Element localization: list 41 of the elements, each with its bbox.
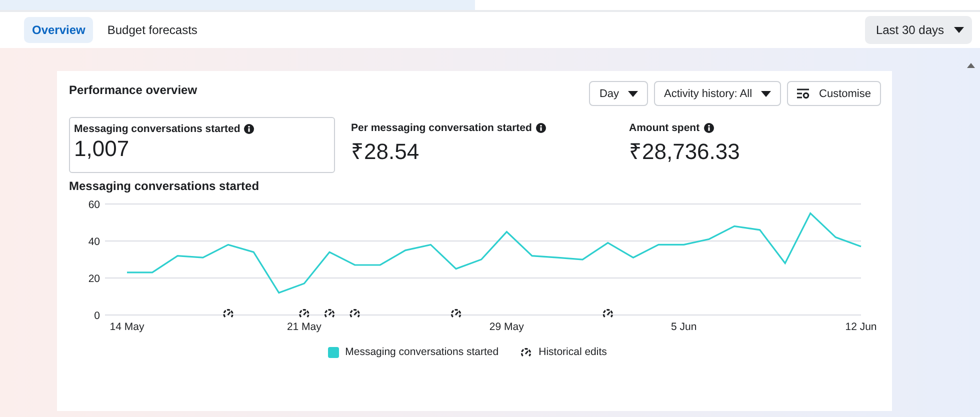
metric-value: ₹28.54: [351, 138, 420, 165]
x-axis-label: 21 May: [286, 321, 322, 333]
settings-icon: [797, 88, 810, 99]
tab[interactable]: Budget forecasts: [99, 17, 206, 43]
y-axis-label: 60: [88, 199, 100, 211]
edit-marker-icon: [299, 309, 310, 318]
metric-label: Messaging conversations started: [74, 123, 240, 135]
caret-icon: [628, 90, 638, 96]
scroll-up-icon[interactable]: [966, 61, 976, 69]
info-icon[interactable]: [704, 123, 714, 133]
caret-icon: [761, 90, 772, 96]
x-axis-label: 14 May: [110, 321, 144, 333]
card-title: Performance overview: [69, 83, 198, 97]
caret-icon: [954, 27, 964, 33]
edit-icon: [520, 348, 531, 356]
date-range-dropdown[interactable]: Last 30 days: [864, 16, 972, 44]
chart-title: Messaging conversations started: [69, 179, 260, 193]
dropdown[interactable]: Day: [589, 81, 648, 106]
metric-label: Amount spent: [629, 122, 700, 134]
dropdown[interactable]: Activity history: All: [654, 81, 782, 106]
edit-marker-icon: [324, 309, 335, 318]
y-axis-label: 40: [88, 236, 100, 248]
info-icon[interactable]: [536, 123, 546, 133]
metric-value: 1,007: [74, 136, 130, 162]
legend-label: Historical edits: [538, 346, 607, 358]
x-axis-label: 29 May: [489, 321, 524, 333]
metric-label: Per messaging conversation started: [351, 122, 532, 134]
y-axis-label: 20: [88, 273, 100, 285]
x-axis-label: 12 Jun: [845, 321, 877, 333]
edit-marker-icon: [450, 309, 462, 318]
info-icon[interactable]: [244, 124, 254, 134]
tab[interactable]: Overview: [24, 17, 94, 43]
edit-marker-icon: [602, 309, 613, 318]
edit-marker-icon: [223, 309, 234, 318]
metric-value: ₹28,736.33: [629, 138, 741, 165]
x-axis-label: 5 Jun: [670, 321, 697, 333]
legend-label: Messaging conversations started: [345, 346, 499, 358]
edit-marker-icon: [350, 309, 360, 318]
y-axis-label: 0: [94, 310, 100, 322]
customise-button[interactable]: Customise: [787, 81, 881, 106]
metric-card[interactable]: Messaging conversations started 1,007: [69, 117, 335, 173]
